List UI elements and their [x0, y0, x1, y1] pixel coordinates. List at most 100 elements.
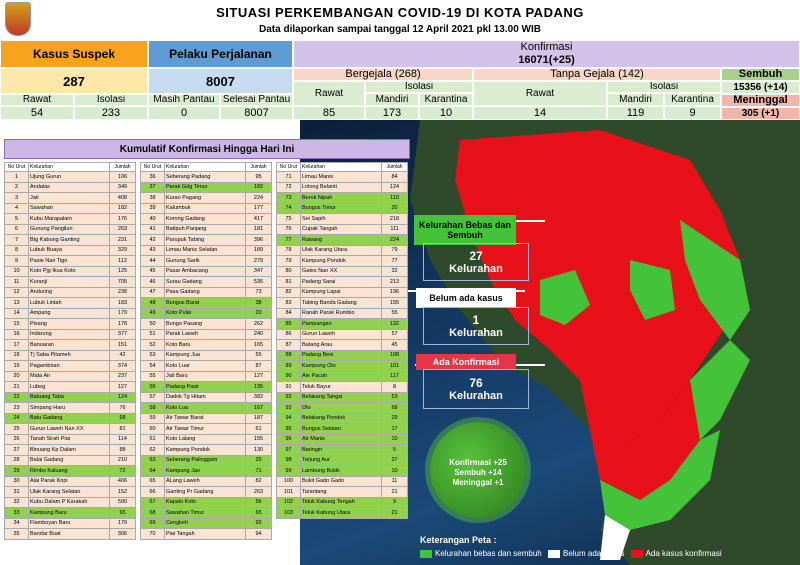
kelurahan-name: Teluk Kabung Utara [300, 507, 382, 519]
table-row: 55 Jati Baru 127 [140, 370, 272, 382]
case-count: 65 [109, 507, 136, 519]
row-number: 26 [4, 433, 29, 445]
row-number: 65 [140, 475, 165, 487]
row-number: 5 [4, 213, 29, 225]
case-count: 224 [381, 234, 408, 246]
case-count: 329 [109, 244, 136, 256]
kelurahan-name: Bungus Timur [300, 202, 382, 214]
table-row: 44 Gunung Sarik 279 [140, 255, 272, 267]
kelurahan-name: Seberang Padang [164, 171, 246, 183]
bebas-unit: Kelurahan [449, 263, 503, 275]
kelurahan-name: Jati Baru [164, 370, 246, 382]
belum-unit: Kelurahan [449, 327, 503, 339]
table-row: 59 Air Tawar Barat 187 [140, 412, 272, 424]
table-row: 69 Cengkeh 92 [140, 517, 272, 529]
table-row: 72 Lolong Belanti 124 [276, 181, 408, 193]
table-row: 26 Tanah Sirah Piai 114 [4, 433, 136, 445]
table-row: 60 Air Tawar Timur 61 [140, 423, 272, 435]
table-row: 63 Seberang Palinggam 25 [140, 454, 272, 466]
kelurahan-name: Teluk Bayur [300, 381, 382, 393]
row-number: 79 [276, 255, 301, 267]
case-count: 42 [109, 349, 136, 361]
map-legend: Keterangan Peta : Kelurahan bebas dan se… [410, 533, 800, 565]
case-count: 82 [245, 475, 272, 487]
kelurahan-name: Dadok Tg Hitam [164, 391, 246, 403]
row-number: 14 [4, 307, 29, 319]
table-row: 9 Pasie Nan Tigo 112 [4, 255, 136, 267]
case-count: 94 [245, 528, 272, 540]
table-header-row: No Urut Kelurahan Jumlah [276, 162, 408, 172]
header-cell: No Urut [4, 162, 29, 172]
row-number: 44 [140, 255, 165, 267]
case-count: 155 [381, 297, 408, 309]
row-number: 66 [140, 486, 165, 498]
row-number: 55 [140, 370, 165, 382]
row-number: 64 [140, 465, 165, 477]
case-count: 240 [245, 328, 272, 340]
row-number: 99 [276, 465, 301, 477]
case-count: 20 [381, 202, 408, 214]
case-count: 155 [245, 433, 272, 445]
case-count: 81 [109, 423, 136, 435]
row-number: 103 [276, 507, 301, 519]
case-count: 231 [109, 234, 136, 246]
kelurahan-name: Tarjung Aur [300, 454, 382, 466]
row-number: 47 [140, 286, 165, 298]
bg-isolasi-label: Isolasi [365, 81, 473, 93]
case-count: 124 [381, 181, 408, 193]
case-count: 10 [381, 465, 408, 477]
kelurahan-name: Batang Arau [300, 339, 382, 351]
table-title: Kumulatif Konfirmasi Hingga Hari Ini [4, 139, 410, 159]
kelurahan-name: Sei Sapih [300, 213, 382, 225]
kelurahan-table-1: No Urut Kelurahan Jumlah 1 Ujung Gurun 106 2 An… [4, 162, 136, 540]
table-row: 56 Padang Pasir 135 [140, 381, 272, 393]
row-number: 17 [4, 339, 29, 351]
table-row: 66 Ganting Pr Gadang 263 [140, 486, 272, 498]
legend-white-swatch [547, 549, 560, 558]
ada-value: 76 [469, 376, 483, 390]
table-row: 58 Koto Lua 167 [140, 402, 272, 414]
case-count: 29 [381, 412, 408, 424]
kelurahan-name: Lolong Belanti [300, 181, 382, 193]
row-number: 94 [276, 412, 301, 424]
case-count: 117 [381, 370, 408, 382]
kelurahan-name: Simpang Haru [28, 402, 110, 414]
table-row: 36 Seberang Padang 95 [140, 171, 272, 183]
kelurahan-name: Mata Air [28, 370, 110, 382]
masih-pantau-label: Masih Pantau [148, 94, 220, 106]
kelurahan-name: Lubuk Buaya [28, 244, 110, 256]
case-count: 196 [381, 286, 408, 298]
row-number: 90 [276, 370, 301, 382]
kelurahan-name: Ulak Karang Utara [300, 244, 382, 256]
table-row: 47 Pasa Gadang 73 [140, 286, 272, 298]
case-count: 88 [109, 444, 136, 456]
case-count: 101 [381, 360, 408, 372]
kelurahan-name: Kuranji [28, 276, 110, 288]
kelurahan-name: Air Tawar Barat [164, 412, 246, 424]
row-number: 51 [140, 328, 165, 340]
virus-sembuh: Sembuh +14 [454, 468, 502, 477]
table-row: 21 Lubeg 127 [4, 381, 136, 393]
table-row: 65 ALang Laweh 82 [140, 475, 272, 487]
row-number: 37 [140, 181, 165, 193]
legend-green-label: Kelurahan bebas dan sembuh [435, 549, 542, 558]
table-row: 51 Parak Laweh 240 [140, 328, 272, 340]
table-row: 25 Gurun Laweh Nan XX 81 [4, 423, 136, 435]
table-row: 13 Lubuk Lintah 183 [4, 297, 136, 309]
kelurahan-name: Parak Laweh [164, 328, 246, 340]
kelurahan-name: Koto Pulai [164, 307, 246, 319]
kelurahan-name: Koto Baru [164, 339, 246, 351]
row-number: 7 [4, 234, 29, 246]
kelurahan-table-2: No Urut Kelurahan Jumlah 36 Seberang Padang 9… [140, 162, 272, 540]
kelurahan-name: Tarantang [300, 486, 382, 498]
row-number: 49 [140, 307, 165, 319]
case-count: 127 [109, 381, 136, 393]
case-count: 224 [245, 192, 272, 204]
table-row: 11 Kuranji 705 [4, 276, 136, 288]
bg-karantina-label: Karantina [419, 93, 473, 106]
ada-label: Ada Konfirmasi [416, 354, 516, 370]
konfirmasi-box: Konfirmasi 16071(+25) [293, 40, 800, 68]
case-count: 165 [245, 339, 272, 351]
row-number: 52 [140, 339, 165, 351]
table-row: 27 Binuang Kp Dalam 88 [4, 444, 136, 456]
